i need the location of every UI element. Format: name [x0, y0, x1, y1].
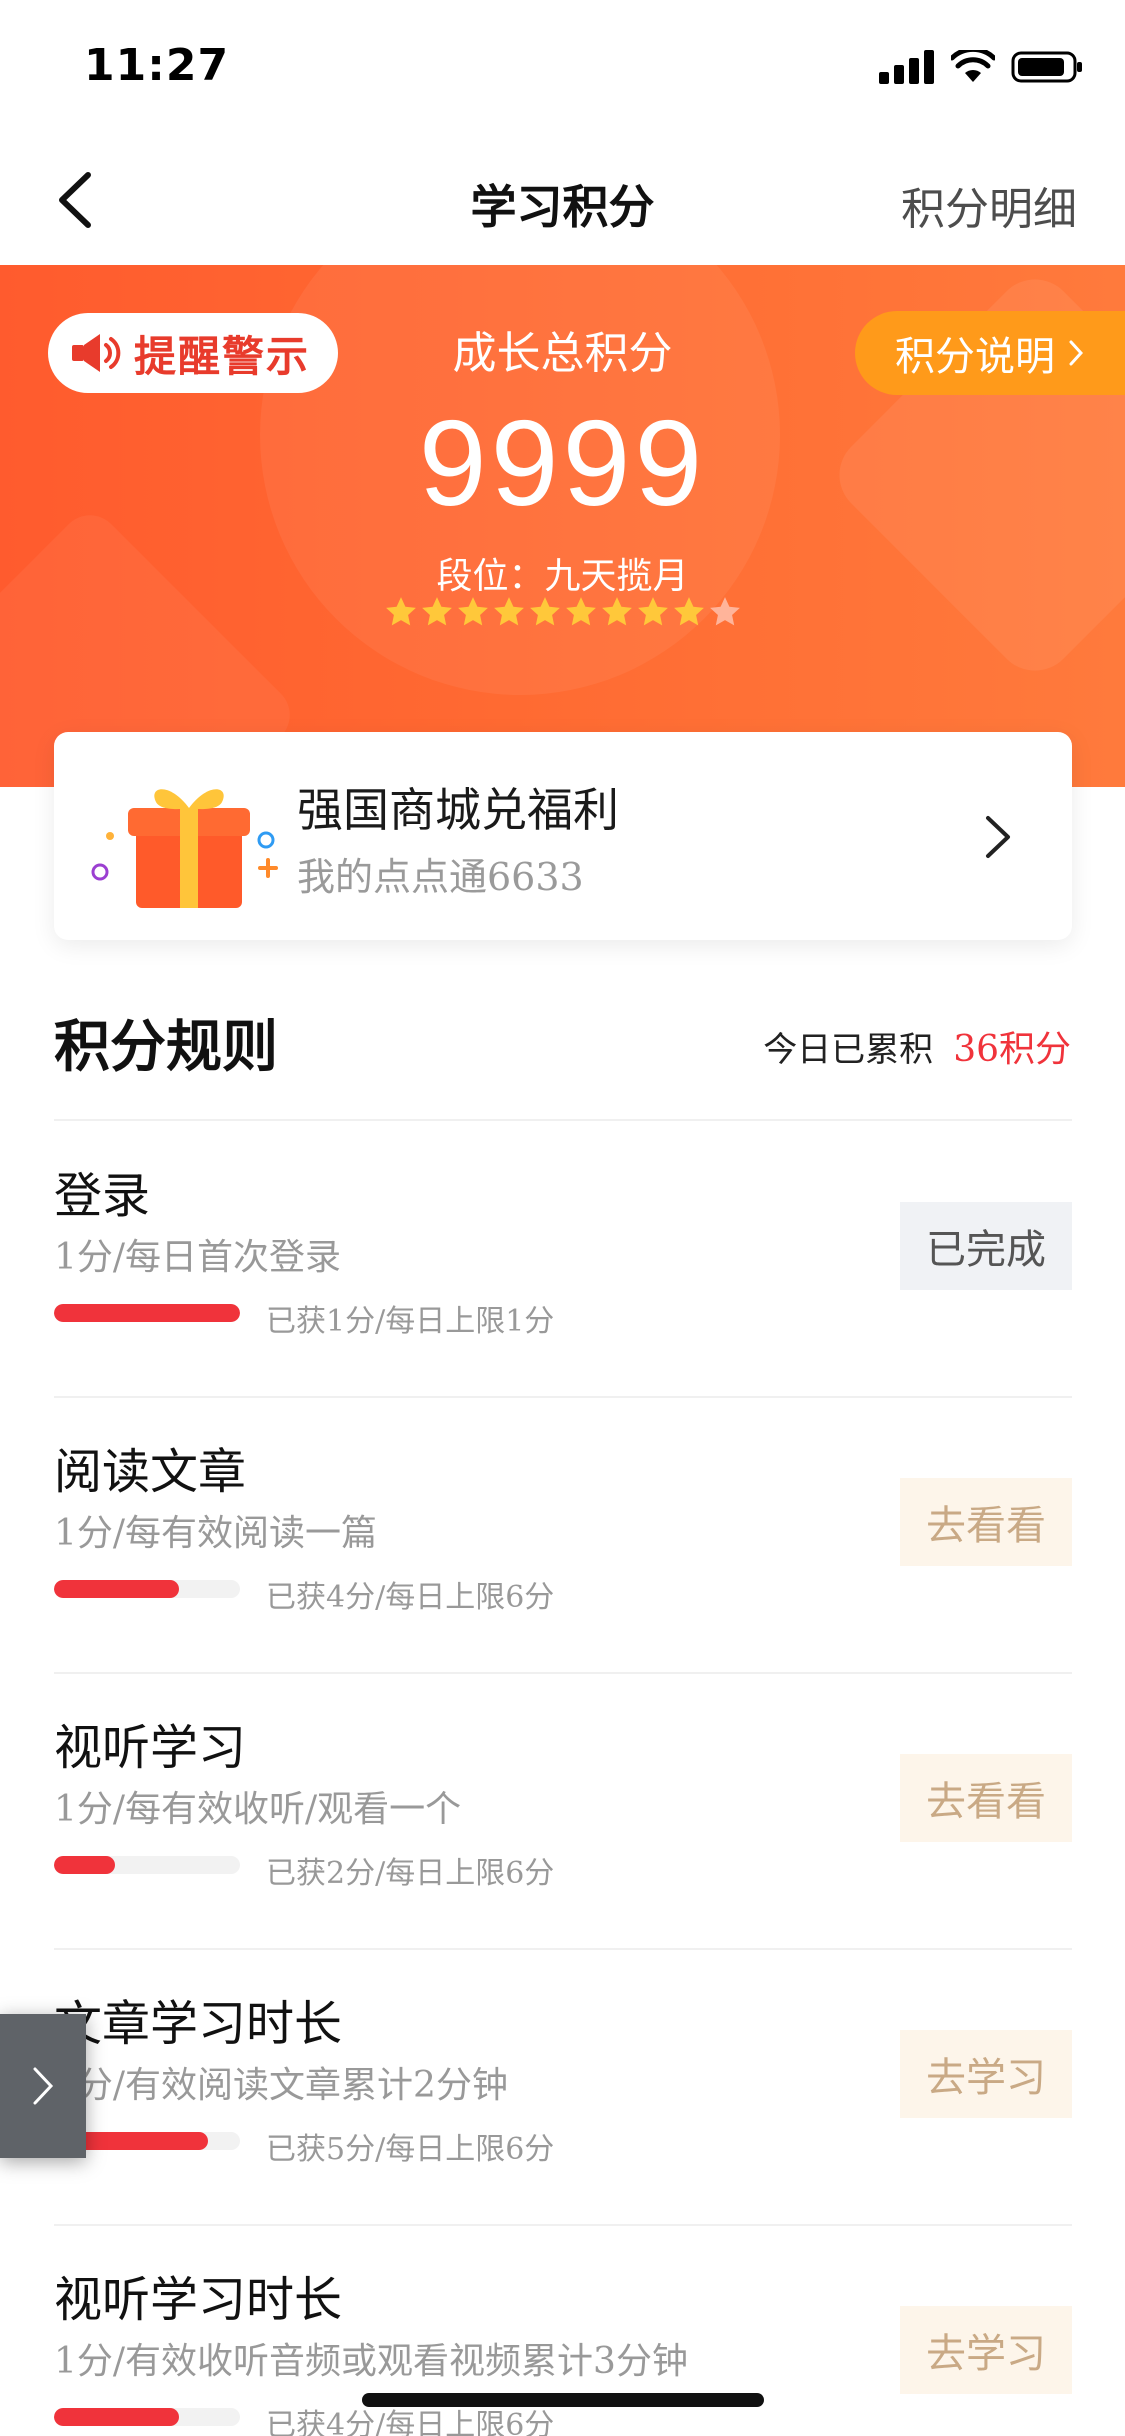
task-item: 登录 1分/每日首次登录已获1分/每日上限1分 已完成 — [54, 1156, 1072, 1432]
task-progress-text: 已获2分/每日上限6分 — [266, 1856, 555, 1891]
task-progress-fill — [54, 2408, 179, 2426]
task-progress-fill — [54, 1856, 116, 1874]
task-name: 视听学习 — [54, 1720, 247, 1776]
task-action-button[interactable]: 去学习 — [900, 2030, 1072, 2118]
task-action-button[interactable]: 已完成 — [900, 1202, 1072, 1290]
star-icon — [421, 597, 452, 626]
total-score-label: 成长总积分 — [452, 328, 673, 379]
floating-expand-button[interactable] — [0, 2014, 86, 2158]
task-progress-fill — [54, 1580, 179, 1598]
rules-title: 积分规则 — [54, 1014, 278, 1080]
divider — [54, 1119, 1072, 1121]
task-name: 登录 — [54, 1168, 151, 1224]
gift-icon — [91, 789, 278, 908]
mall-card[interactable]: 强国商城兑福利 我的点点通6633 — [54, 732, 1072, 940]
star-icon — [709, 597, 740, 626]
task-item: 阅读文章 1分/每有效阅读一篇已获4分/每日上限6分 去看看 — [54, 1432, 1072, 1708]
today-label: 今日已累积 — [763, 1030, 934, 1070]
star-icon — [385, 597, 416, 626]
status-bar: 11:27 — [0, 0, 1125, 135]
wifi-icon — [951, 50, 995, 82]
mall-points: 我的点点通6633 — [297, 855, 584, 899]
star-icon — [457, 597, 488, 626]
star-icon — [673, 597, 704, 626]
score-hero: 提醒警示 积分说明 成长总积分 9999 段位：九天揽月 — [0, 265, 1125, 787]
level-stars — [0, 595, 1125, 629]
star-icon — [565, 597, 596, 626]
star-icon — [529, 597, 560, 626]
level-text: 段位：九天揽月 — [436, 556, 689, 597]
points-detail-link[interactable]: 积分明细 — [901, 173, 1077, 237]
task-progress-fill — [54, 1304, 240, 1322]
status-time: 11:27 — [84, 40, 230, 91]
task-name: 文章学习时长 — [54, 1996, 343, 2052]
task-item: 文章学习时长 1分/有效阅读文章累计2分钟已获5分/每日上限6分 去学习 — [54, 1984, 1072, 2260]
star-icon — [493, 597, 524, 626]
task-description: 1分/每有效收听/观看一个 — [54, 1789, 462, 1830]
task-action-button[interactable]: 去看看 — [900, 1478, 1072, 1566]
task-progress-bar — [54, 2408, 240, 2426]
task-item: 视听学习 1分/每有效收听/观看一个已获2分/每日上限6分 去看看 — [54, 1708, 1072, 1984]
task-description: 1分/有效收听音频或观看视频累计3分钟 — [54, 2341, 688, 2382]
divider — [54, 2224, 1072, 2226]
status-icons — [879, 50, 1083, 84]
home-indicator — [362, 2393, 764, 2407]
chevron-right-icon — [986, 816, 1010, 858]
star-icon — [601, 597, 632, 626]
battery-icon — [1011, 51, 1082, 83]
task-progress-text: 已获4分/每日上限6分 — [266, 1580, 555, 1615]
task-description: 1分/有效阅读文章累计2分钟 — [54, 2065, 508, 2106]
chevron-right-icon — [33, 2067, 54, 2105]
nav-bar: 学习积分 积分明细 — [0, 135, 1125, 265]
task-progress-bar — [54, 1580, 240, 1598]
divider — [54, 1672, 1072, 1674]
signal-icon — [879, 50, 934, 84]
task-description: 1分/每有效阅读一篇 — [54, 1513, 378, 1554]
task-name: 阅读文章 — [54, 1444, 247, 1500]
task-item: 视听学习时长 1分/有效收听音频或观看视频累计3分钟 已获4分/每日上限6分 去学习 — [54, 2260, 1072, 2436]
task-action-button[interactable]: 去学习 — [900, 2306, 1072, 2394]
task-name: 视听学习时长 — [54, 2272, 343, 2328]
star-icon — [637, 597, 668, 626]
task-progress-bar — [54, 1856, 240, 1874]
divider — [54, 1948, 1072, 1950]
today-value: 36积分 — [953, 1029, 1071, 1070]
total-score-value: 9999 — [418, 395, 707, 531]
mall-title: 强国商城兑福利 — [297, 783, 619, 837]
task-description: 1分/每日首次登录 — [54, 1237, 342, 1278]
divider — [54, 1396, 1072, 1398]
task-progress-bar — [54, 1304, 240, 1322]
today-accumulated: 今日已累积 36积分 — [763, 1020, 1071, 1072]
task-progress-text: 已获1分/每日上限1分 — [266, 1304, 555, 1339]
task-action-button[interactable]: 去看看 — [900, 1754, 1072, 1842]
task-progress-text: 已获5分/每日上限6分 — [266, 2132, 555, 2167]
